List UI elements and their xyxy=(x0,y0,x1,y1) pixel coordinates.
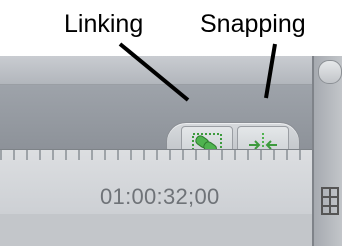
linking-pointer-line xyxy=(118,42,190,102)
snapping-pointer-line xyxy=(264,43,277,99)
callout-pointers xyxy=(118,42,277,102)
